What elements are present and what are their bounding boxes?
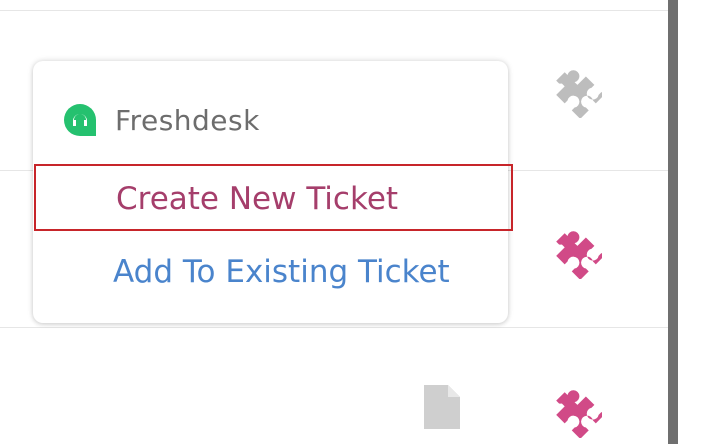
freshdesk-menu: Freshdesk Create New Ticket Add To Exist… xyxy=(33,61,513,323)
puzzle-piece-icon[interactable] xyxy=(550,386,602,438)
puzzle-piece-icon[interactable] xyxy=(550,66,602,118)
row-divider xyxy=(0,10,668,11)
side-panel xyxy=(678,0,721,444)
app-name: Freshdesk xyxy=(115,103,260,137)
add-to-existing-ticket-item[interactable]: Add To Existing Ticket xyxy=(33,239,508,306)
puzzle-piece-icon[interactable] xyxy=(550,227,602,279)
row-divider xyxy=(0,327,668,328)
freshdesk-logo-icon xyxy=(64,104,96,136)
pane-border xyxy=(668,0,678,444)
create-new-ticket-item[interactable]: Create New Ticket xyxy=(34,164,513,231)
document-icon[interactable] xyxy=(422,383,462,431)
screen: Freshdesk Create New Ticket Add To Exist… xyxy=(0,0,721,444)
menu-header: Freshdesk xyxy=(62,102,260,138)
